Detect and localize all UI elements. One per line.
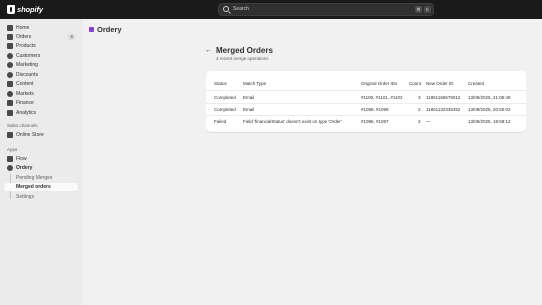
discount-icon <box>7 72 13 78</box>
created-cell: 13/09/2025, 21:05:49 <box>468 95 511 100</box>
sidebar-item-orders[interactable]: Orders 6 <box>4 33 78 41</box>
target-icon <box>7 62 13 68</box>
sidebar-item-label: Merged orders <box>16 184 51 190</box>
count-cell: 2 <box>418 107 421 112</box>
sidebar-item-label: Flow <box>16 156 27 162</box>
bank-icon <box>7 100 13 106</box>
chart-bar-icon <box>7 110 13 116</box>
search-icon <box>223 6 229 12</box>
store-icon <box>7 132 13 138</box>
apps-heading[interactable]: Apps <box>7 147 17 152</box>
created-cell: 13/09/2025, 19:58:12 <box>468 119 511 124</box>
top-bar: shopify Search ⌘ K <box>0 0 542 19</box>
status-cell: Failed <box>214 119 227 124</box>
merged-orders-table: Status Match Type Original Order IDs Cou… <box>206 71 526 132</box>
sidebar-subitem-settings[interactable]: Settings <box>4 193 78 201</box>
sidebar-item-customers[interactable]: Customers <box>4 52 78 60</box>
flow-icon <box>7 156 13 162</box>
original-ids-cell: #1100, #1101, #1102 <box>361 95 403 100</box>
sidebar-subitem-pending-merges[interactable]: Pending Merges <box>4 174 78 182</box>
sidebar-item-label: Finance <box>16 100 34 106</box>
new-order-id-cell: 11861132335452 <box>426 107 461 112</box>
main-content <box>82 19 542 305</box>
app-header: Ordery <box>89 25 122 34</box>
sidebar-item-analytics[interactable]: Analytics <box>4 109 78 117</box>
sidebar-item-label: Customers <box>16 53 41 59</box>
row-divider <box>206 103 526 104</box>
sidebar-item-markets[interactable]: Markets <box>4 90 78 98</box>
match-type-cell: Field 'financialStatus' doesn't exist on… <box>243 119 342 124</box>
sidebar-item-home[interactable]: Home <box>4 24 78 32</box>
match-type-cell: Email <box>243 107 255 112</box>
sidebar-item-label: Pending Merges <box>16 175 53 181</box>
logo-text: shopify <box>17 5 43 14</box>
sidebar-item-label: Products <box>16 43 36 49</box>
shopify-logo[interactable]: shopify <box>7 4 43 15</box>
command-key-icon: ⌘ <box>415 6 422 13</box>
sidebar-item-label: Home <box>16 25 30 31</box>
sidebar-item-finance[interactable]: Finance <box>4 99 78 107</box>
k-key-icon: K <box>424 6 431 13</box>
orders-icon <box>7 34 13 40</box>
orders-count-badge: 6 <box>68 34 75 40</box>
sales-channels-heading[interactable]: Sales channels <box>7 123 38 128</box>
count-cell: 3 <box>418 95 421 100</box>
original-ids-cell: #1098, #1099 <box>361 107 389 112</box>
column-header-original-ids[interactable]: Original Order IDs <box>361 81 397 86</box>
column-header-new-order-id[interactable]: New Order ID <box>426 81 454 86</box>
status-cell: Completed <box>214 107 236 112</box>
column-header-match-type[interactable]: Match Type <box>243 81 266 86</box>
sidebar-item-discounts[interactable]: Discounts <box>4 71 78 79</box>
sidebar-item-label: Online Store <box>16 132 44 138</box>
app-title: Ordery <box>97 25 122 34</box>
sidebar-item-label: Discounts <box>16 72 38 78</box>
new-order-id-cell: — <box>426 119 431 124</box>
page-subtitle: 3 recent merge operations <box>216 56 269 61</box>
status-cell: Completed <box>214 95 236 100</box>
column-header-count[interactable]: Count <box>409 81 421 86</box>
back-arrow-icon[interactable]: ← <box>205 47 212 54</box>
search-bar[interactable]: Search ⌘ K <box>218 3 434 16</box>
count-cell: 2 <box>418 119 421 124</box>
sidebar-item-label: Ordery <box>16 165 33 171</box>
match-type-cell: Email <box>243 95 255 100</box>
original-ids-cell: #1096, #1097 <box>361 119 389 124</box>
created-cell: 13/09/2025, 20:50:02 <box>468 107 511 112</box>
sidebar-item-label: Orders <box>16 34 32 40</box>
sidebar-subitem-merged-orders[interactable]: Merged orders <box>4 183 78 191</box>
new-order-id-cell: 11861166579012 <box>426 95 461 100</box>
sidebar-item-online-store[interactable]: Online Store <box>4 131 78 139</box>
home-icon <box>7 25 13 31</box>
sidebar-item-content[interactable]: Content <box>4 80 78 88</box>
sidebar-item-label: Analytics <box>16 110 37 116</box>
row-divider <box>206 90 526 91</box>
shopify-bag-icon <box>7 5 15 14</box>
sidebar-item-label: Settings <box>16 194 35 200</box>
page-title: Merged Orders <box>216 46 273 55</box>
sidebar-item-products[interactable]: Products <box>4 42 78 50</box>
sidebar-item-ordery[interactable]: Ordery <box>4 164 78 172</box>
ordery-app-icon <box>89 27 94 32</box>
column-header-status[interactable]: Status <box>214 81 227 86</box>
sidebar-item-label: Content <box>16 81 34 87</box>
globe-icon <box>7 91 13 97</box>
sidebar-item-label: Markets <box>16 91 34 97</box>
sidebar-item-flow[interactable]: Flow <box>4 155 78 163</box>
row-divider <box>206 115 526 116</box>
column-header-created[interactable]: Created <box>468 81 484 86</box>
sidebar-item-marketing[interactable]: Marketing <box>4 61 78 69</box>
search-placeholder: Search <box>233 6 249 12</box>
content-icon <box>7 81 13 87</box>
sidebar-item-label: Marketing <box>16 62 38 68</box>
ordery-app-icon <box>7 165 13 171</box>
person-icon <box>7 53 13 59</box>
tag-icon <box>7 43 13 49</box>
